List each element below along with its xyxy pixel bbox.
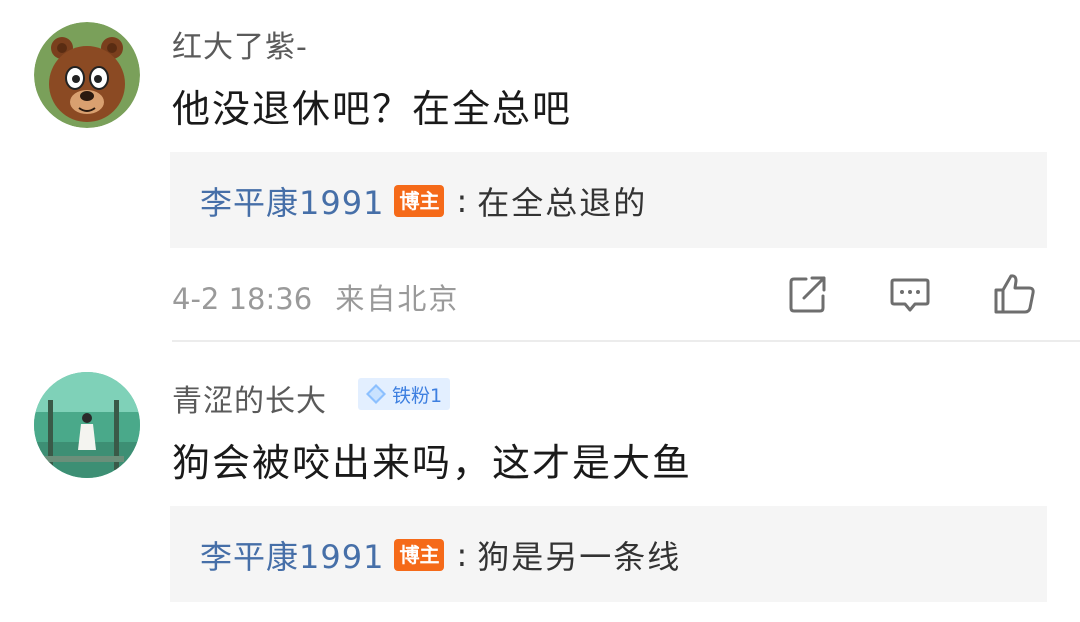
- reply-separator: :: [456, 536, 468, 574]
- reply-box[interactable]: 李平康1991 博主 : 狗是另一条线: [170, 506, 1047, 602]
- blogger-badge: 博主: [394, 185, 445, 217]
- reply-separator: :: [456, 182, 468, 220]
- comment-item: 红大了紫- 他没退休吧？在全总吧 李平康1991 博主 : 在全总退的 4-2 …: [0, 0, 1080, 340]
- reply-box[interactable]: 李平康1991 博主 : 在全总退的: [170, 152, 1047, 248]
- share-icon: [789, 276, 826, 313]
- seaside-girl-photo: [34, 372, 140, 478]
- comment-item: 青涩的长大 铁粉1 狗会被咬出来吗，这才是大鱼 李平康1991 博主 : 狗是另…: [0, 342, 1080, 622]
- location: 来自北京: [335, 282, 460, 316]
- avatar[interactable]: [34, 372, 140, 478]
- comment-button[interactable]: [886, 270, 934, 318]
- fan-badge-label: 铁粉1: [392, 384, 443, 407]
- username[interactable]: 青涩的长大: [172, 376, 327, 420]
- reply-text: 狗是另一条线: [477, 538, 682, 576]
- diamond-icon: [366, 384, 386, 404]
- comment-icon: [890, 278, 930, 312]
- avatar[interactable]: [34, 22, 140, 128]
- comment-text: 他没退休吧？在全总吧: [172, 87, 573, 131]
- fan-badge[interactable]: 铁粉1: [358, 378, 451, 410]
- comment-text: 狗会被咬出来吗，这才是大鱼: [172, 441, 693, 485]
- share-button[interactable]: [784, 270, 832, 318]
- comment-meta: 4-2 18:36 来自北京: [172, 276, 459, 318]
- timestamp: 4-2 18:36: [172, 282, 313, 316]
- like-icon: [994, 274, 1035, 314]
- like-button[interactable]: [990, 270, 1038, 318]
- cartoon-bear-icon: [34, 22, 140, 128]
- username[interactable]: 红大了紫-: [172, 22, 308, 66]
- reply-text: 在全总退的: [477, 184, 648, 222]
- reply-author[interactable]: 李平康1991: [200, 532, 384, 578]
- reply-author[interactable]: 李平康1991: [200, 178, 384, 224]
- blogger-badge: 博主: [394, 539, 445, 571]
